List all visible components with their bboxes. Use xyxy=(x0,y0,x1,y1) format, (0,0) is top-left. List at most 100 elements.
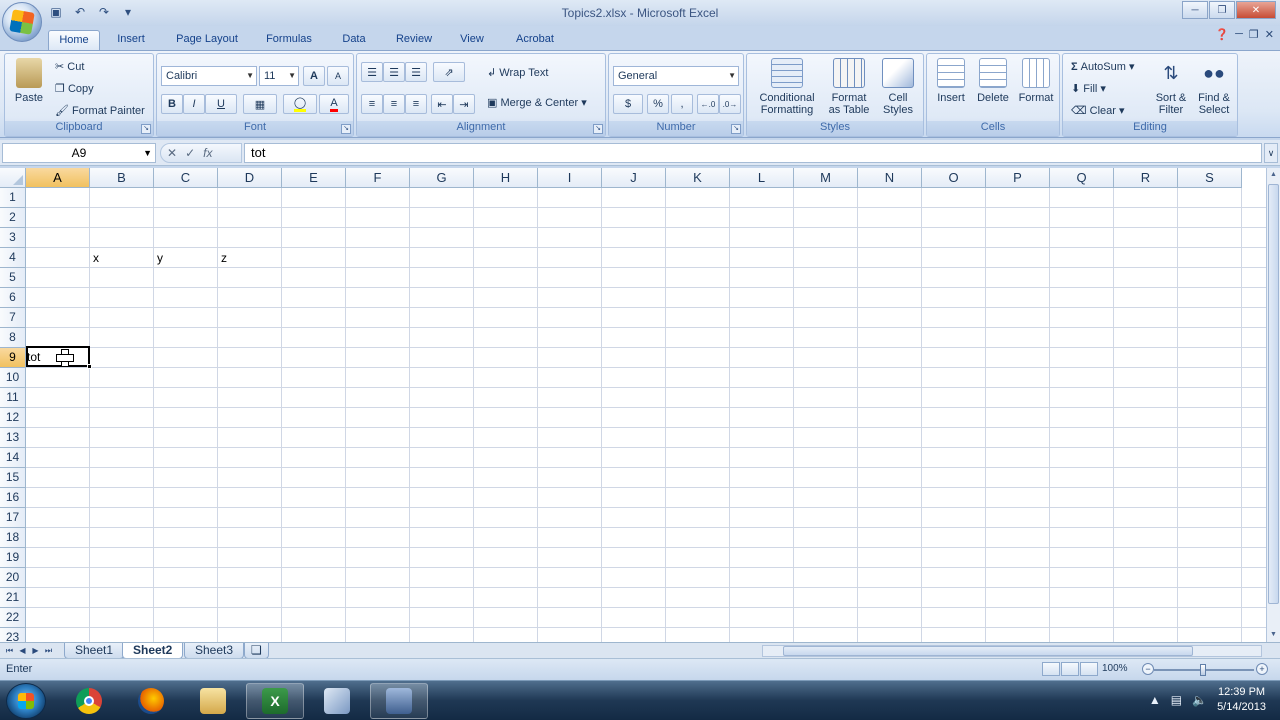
row-header-20[interactable]: 20 xyxy=(0,568,26,588)
row-header-10[interactable]: 10 xyxy=(0,368,26,388)
cell-d4[interactable]: z xyxy=(218,248,227,268)
zoom-out-icon[interactable]: − xyxy=(1142,663,1154,675)
insert-function-icon[interactable]: fx xyxy=(203,146,212,160)
underline-button[interactable]: U xyxy=(205,94,237,114)
horizontal-scroll-thumb[interactable] xyxy=(783,646,1193,656)
column-header-g[interactable]: G xyxy=(410,168,474,188)
expand-formula-bar-icon[interactable]: ∨ xyxy=(1264,143,1278,163)
column-header-j[interactable]: J xyxy=(602,168,666,188)
cell-b4[interactable]: x xyxy=(90,248,99,268)
format-as-table-button[interactable]: Format as Table xyxy=(823,58,875,116)
scroll-down-icon[interactable]: ▼ xyxy=(1267,628,1280,642)
align-bottom-button[interactable]: ☰ xyxy=(405,62,427,82)
cut-button[interactable]: ✂ Cut xyxy=(55,60,84,73)
bold-button[interactable]: B xyxy=(161,94,183,114)
workbook-close-icon[interactable]: ✕ xyxy=(1265,28,1274,41)
close-button[interactable]: ✕ xyxy=(1236,1,1276,19)
italic-button[interactable]: I xyxy=(183,94,205,114)
last-sheet-icon[interactable]: ⏭ xyxy=(43,644,54,657)
row-header-21[interactable]: 21 xyxy=(0,588,26,608)
font-name-combo[interactable]: Calibri ▼ xyxy=(161,66,257,86)
taskbar-video[interactable] xyxy=(370,683,428,719)
sheet-tab-sheet3[interactable]: Sheet3 xyxy=(184,643,245,659)
tab-page-layout[interactable]: Page Layout xyxy=(168,30,246,50)
clock[interactable]: 12:39 PM 5/14/2013 xyxy=(1217,685,1266,715)
name-box[interactable]: A9 ▼ xyxy=(2,143,156,163)
alignment-launcher[interactable]: ↘ xyxy=(593,124,603,134)
shrink-font-button[interactable]: A xyxy=(327,66,349,86)
tab-acrobat[interactable]: Acrobat xyxy=(506,30,564,50)
taskbar-explorer[interactable] xyxy=(184,683,242,719)
zoom-level[interactable]: 100% xyxy=(1102,663,1128,674)
clear-button[interactable]: ⌫ Clear ▾ xyxy=(1071,104,1125,117)
column-header-p[interactable]: P xyxy=(986,168,1050,188)
fill-handle[interactable] xyxy=(87,364,92,369)
zoom-in-icon[interactable]: + xyxy=(1256,663,1268,675)
paste-button[interactable]: Paste xyxy=(9,58,49,104)
taskbar-firefox[interactable] xyxy=(122,683,180,719)
number-format-combo[interactable]: General ▼ xyxy=(613,66,739,86)
delete-cells-button[interactable]: Delete xyxy=(973,58,1013,104)
row-header-13[interactable]: 13 xyxy=(0,428,26,448)
percent-button[interactable]: % xyxy=(647,94,669,114)
column-header-c[interactable]: C xyxy=(154,168,218,188)
column-header-m[interactable]: M xyxy=(794,168,858,188)
tab-home[interactable]: Home xyxy=(48,30,100,50)
cell-styles-button[interactable]: Cell Styles xyxy=(875,58,921,116)
formula-input[interactable]: tot xyxy=(244,143,1262,163)
row-header-8[interactable]: 8 xyxy=(0,328,26,348)
row-header-6[interactable]: 6 xyxy=(0,288,26,308)
column-header-a[interactable]: A xyxy=(26,168,90,188)
insert-sheet-button[interactable]: ❏ xyxy=(244,643,269,659)
row-header-5[interactable]: 5 xyxy=(0,268,26,288)
increase-decimal-button[interactable]: ←.0 xyxy=(697,94,719,114)
sort-filter-button[interactable]: ⇅ Sort & Filter xyxy=(1151,58,1191,116)
fill-color-button[interactable]: ◯ xyxy=(283,94,317,114)
workbook-restore-icon[interactable]: ❐ xyxy=(1249,28,1259,41)
column-header-n[interactable]: N xyxy=(858,168,922,188)
prev-sheet-icon[interactable]: ◀ xyxy=(17,644,28,657)
row-header-15[interactable]: 15 xyxy=(0,468,26,488)
cancel-entry-icon[interactable]: ✕ xyxy=(167,146,177,160)
horizontal-scrollbar[interactable] xyxy=(762,645,1262,657)
start-button[interactable] xyxy=(6,683,46,719)
sheet-tab-sheet1[interactable]: Sheet1 xyxy=(64,643,125,659)
autosum-button[interactable]: Σ AutoSum ▾ xyxy=(1071,60,1135,73)
column-header-h[interactable]: H xyxy=(474,168,538,188)
row-header-19[interactable]: 19 xyxy=(0,548,26,568)
column-header-l[interactable]: L xyxy=(730,168,794,188)
taskbar-excel[interactable]: X xyxy=(246,683,304,719)
column-header-q[interactable]: Q xyxy=(1050,168,1114,188)
page-layout-view-icon[interactable] xyxy=(1061,662,1079,676)
column-header-r[interactable]: R xyxy=(1114,168,1178,188)
align-top-button[interactable]: ☰ xyxy=(361,62,383,82)
fill-button[interactable]: ⬇ Fill ▾ xyxy=(1071,82,1106,95)
comma-button[interactable]: , xyxy=(671,94,693,114)
row-header-12[interactable]: 12 xyxy=(0,408,26,428)
sheet-tab-sheet2[interactable]: Sheet2 xyxy=(122,643,184,659)
vertical-scrollbar[interactable]: ▲ ▼ xyxy=(1266,168,1280,642)
page-break-view-icon[interactable] xyxy=(1080,662,1098,676)
row-header-4[interactable]: 4 xyxy=(0,248,26,268)
grow-font-button[interactable]: A xyxy=(303,66,325,86)
next-sheet-icon[interactable]: ▶ xyxy=(30,644,41,657)
decrease-indent-button[interactable]: ⇤ xyxy=(431,94,453,114)
taskbar-chrome[interactable] xyxy=(60,683,118,719)
number-launcher[interactable]: ↘ xyxy=(731,124,741,134)
column-header-e[interactable]: E xyxy=(282,168,346,188)
column-header-f[interactable]: F xyxy=(346,168,410,188)
minimize-button[interactable]: ─ xyxy=(1182,1,1208,19)
copy-button[interactable]: ❐ Copy xyxy=(55,82,94,95)
row-header-7[interactable]: 7 xyxy=(0,308,26,328)
currency-button[interactable]: $ xyxy=(613,94,643,114)
align-right-button[interactable]: ≡ xyxy=(405,94,427,114)
font-color-button[interactable]: A xyxy=(319,94,349,114)
tab-review[interactable]: Review xyxy=(388,30,440,50)
office-button[interactable] xyxy=(2,2,42,42)
tab-insert[interactable]: Insert xyxy=(110,30,152,50)
row-header-9[interactable]: 9 xyxy=(0,348,26,368)
column-header-s[interactable]: S xyxy=(1178,168,1242,188)
align-left-button[interactable]: ≡ xyxy=(361,94,383,114)
vertical-scroll-thumb[interactable] xyxy=(1268,184,1279,604)
font-size-combo[interactable]: 11 ▼ xyxy=(259,66,299,86)
